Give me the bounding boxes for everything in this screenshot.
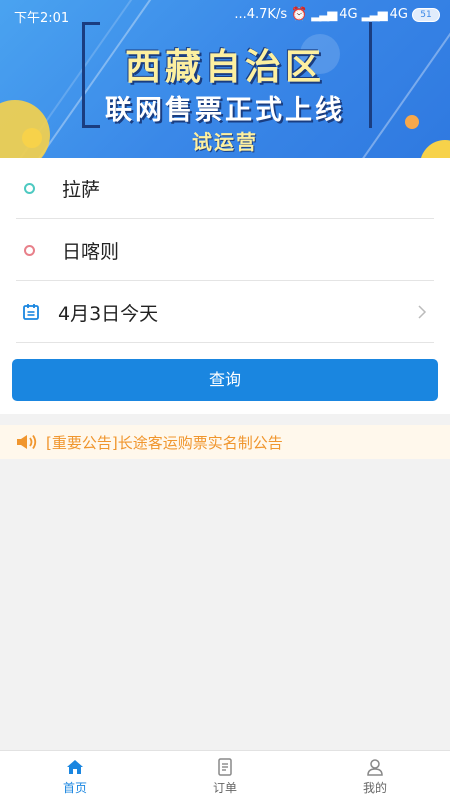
banner-subtitle: 联网售票正式上线	[105, 95, 345, 126]
chevron-right-icon	[418, 305, 427, 319]
tab-profile-label: 我的	[362, 780, 387, 795]
destination-dot-icon	[24, 244, 35, 256]
status-icons: ...4.7K/s ⏰ ▂▃▅ 4G ▂▃▅ 4G 51	[234, 7, 440, 22]
from-station: 拉萨	[62, 178, 101, 201]
profile-icon	[367, 758, 383, 776]
bottom-tab-bar: 首页 订单 我的	[0, 750, 450, 801]
banner-title: 西藏自治区	[124, 46, 325, 88]
origin-dot-icon	[24, 182, 35, 194]
network-speed: ...4.7K/s	[234, 7, 288, 22]
tab-profile[interactable]: 我的	[300, 751, 450, 801]
search-button[interactable]: 查询	[12, 359, 438, 401]
alarm-icon: ⏰	[291, 7, 308, 22]
calendar-icon	[23, 304, 39, 320]
order-icon	[218, 757, 232, 776]
notice-text: [重要公告]长途客运购票实名制公告	[46, 433, 283, 452]
signal2-label: 4G	[389, 7, 408, 22]
home-icon	[67, 759, 83, 774]
tab-orders[interactable]: 订单	[150, 751, 300, 801]
tab-home-label: 首页	[62, 780, 87, 795]
signal-icon: ▂▃▅	[311, 7, 337, 22]
travel-date: 4月3日今天	[58, 302, 159, 325]
status-bar: 下午2:01 ...4.7K/s ⏰ ▂▃▅ 4G ▂▃▅ 4G 51	[0, 0, 450, 30]
battery-icon: 51	[412, 7, 440, 22]
to-station-row[interactable]: 日喀则	[16, 220, 434, 281]
signal-icon: ▂▃▅	[361, 7, 388, 22]
status-time: 下午2:01	[14, 11, 70, 26]
banner-tag: 试运营	[192, 130, 258, 154]
speaker-icon	[17, 434, 37, 450]
signal1-label: 4G	[339, 7, 358, 22]
tab-home[interactable]: 首页	[0, 751, 150, 801]
date-row[interactable]: 4月3日今天	[16, 282, 434, 343]
to-station: 日喀则	[62, 240, 120, 263]
from-station-row[interactable]: 拉萨	[16, 158, 434, 219]
tab-orders-label: 订单	[212, 780, 237, 795]
notice-bar[interactable]: [重要公告]长途客运购票实名制公告	[0, 425, 450, 459]
